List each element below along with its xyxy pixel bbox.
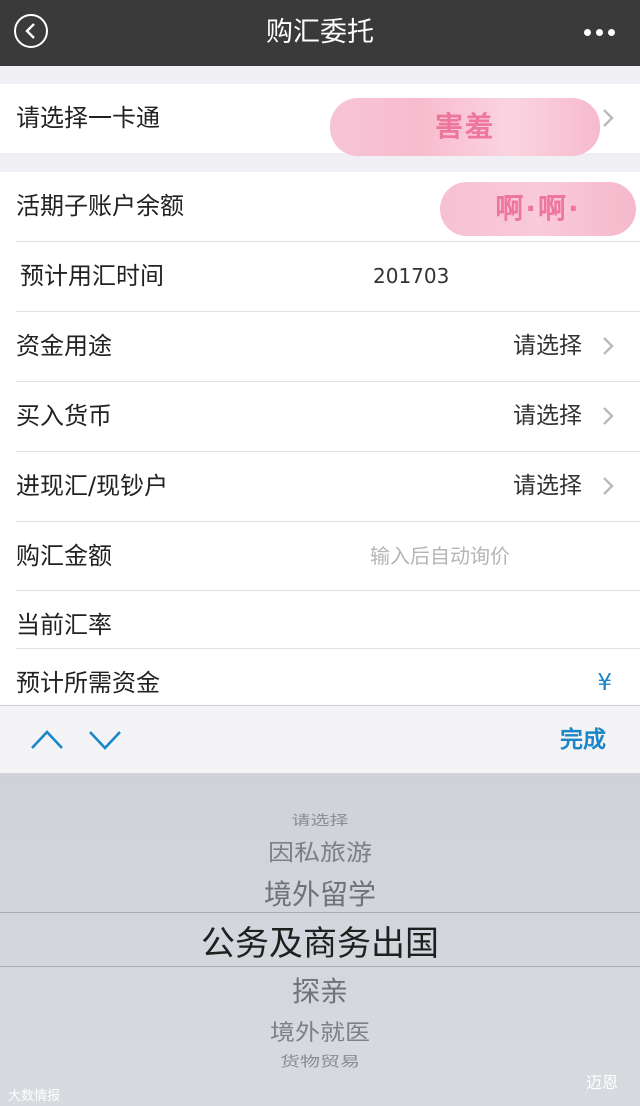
select-card-label: 请选择一卡通 xyxy=(16,104,160,132)
chevron-up-icon[interactable] xyxy=(30,728,64,750)
fund-usage-value: 请选择 xyxy=(513,333,582,359)
expected-time-label: 预计用汇时间 xyxy=(20,262,164,290)
buy-currency-row[interactable]: 买入货币 请选择 xyxy=(0,382,640,451)
buy-currency-label: 买入货币 xyxy=(16,402,112,430)
fund-usage-label: 资金用途 xyxy=(16,332,112,360)
picker-option[interactable]: 请选择 xyxy=(0,810,640,829)
more-options-icon[interactable] xyxy=(584,22,624,42)
amount-input[interactable]: 输入后自动询价 xyxy=(370,522,510,591)
watermark-left: 大数情报 xyxy=(8,1089,61,1104)
account-type-row[interactable]: 进现汇/现钞户 请选择 xyxy=(0,452,640,521)
amount-row[interactable]: 购汇金额 输入后自动询价 xyxy=(0,522,640,591)
picker-toolbar: 完成 xyxy=(0,705,640,773)
picker-selection-top xyxy=(0,912,640,913)
picker-option[interactable]: 境外就医 xyxy=(0,1015,640,1047)
expected-time-value: 201703 xyxy=(373,264,450,288)
picker-option[interactable]: 境外留学 xyxy=(0,873,640,913)
chevron-right-icon xyxy=(603,407,614,425)
form-section: 活期子账户余额 预计用汇时间 201703 资金用途 请选择 买入货币 请选择 … xyxy=(0,172,640,705)
obscured-card-number: 害羞 xyxy=(330,98,600,156)
picker-option[interactable]: 探亲 xyxy=(0,970,640,1010)
buy-currency-value: 请选择 xyxy=(513,403,582,429)
rate-row: 当前汇率 xyxy=(0,591,640,649)
chevron-down-icon[interactable] xyxy=(88,730,122,752)
amount-label: 购汇金额 xyxy=(16,542,112,570)
page-title: 购汇委托 xyxy=(266,17,374,48)
done-button[interactable]: 完成 xyxy=(560,706,606,774)
picker-option[interactable]: 货物贸易 xyxy=(0,1050,640,1070)
picker-selected-option[interactable]: 公务及商务出国 xyxy=(0,916,640,965)
chevron-right-icon xyxy=(603,337,614,355)
balance-label: 活期子账户余额 xyxy=(16,192,184,220)
chevron-right-icon xyxy=(603,109,614,127)
fund-usage-picker[interactable]: 请选择 因私旅游 境外留学 公务及商务出国 探亲 境外就医 货物贸易 大数情报 … xyxy=(0,773,640,1106)
account-type-label: 进现汇/现钞户 xyxy=(16,472,169,500)
picker-selection-bottom xyxy=(0,966,640,967)
obscured-balance: 啊·啊· xyxy=(440,182,636,236)
chevron-right-icon xyxy=(603,477,614,495)
picker-option[interactable]: 因私旅游 xyxy=(0,835,640,868)
fund-usage-row[interactable]: 资金用途 请选择 xyxy=(0,312,640,381)
watermark-right: 迈恩 xyxy=(585,1073,618,1092)
account-type-value: 请选择 xyxy=(513,473,582,499)
expected-time-row[interactable]: 预计用汇时间 201703 xyxy=(0,242,640,311)
title-bar: 购汇委托 xyxy=(0,0,640,66)
required-funds-row: 预计所需资金 ¥ xyxy=(0,649,640,705)
